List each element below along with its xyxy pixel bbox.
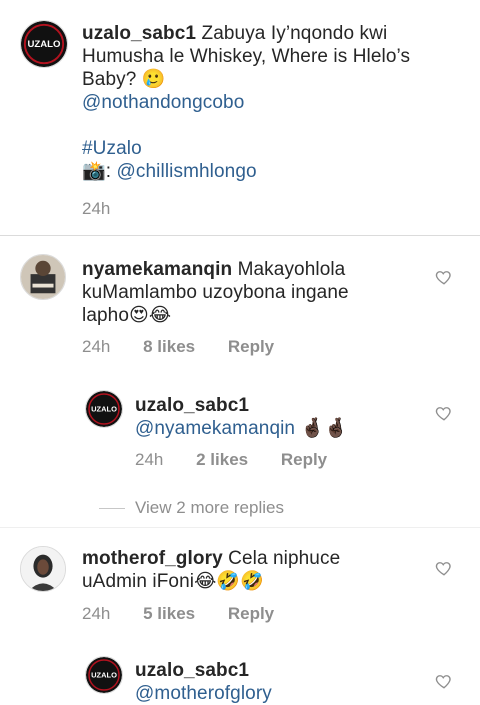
thread-divider [0, 527, 480, 528]
profile-photo-icon [21, 255, 65, 299]
reply-text: uzalo_sabc1 @nyamekamanqin 🤞🏿🤞🏿 [135, 394, 425, 440]
caption-username[interactable]: uzalo_sabc1 [82, 23, 196, 44]
caption-line1: Zabuya Iy’nqondo kwi [196, 23, 388, 44]
view-more-replies-button[interactable]: View 2 more replies [135, 498, 284, 518]
comment-text: nyamekamanqin Makayohlola kuMamlambo uzo… [82, 258, 422, 327]
caption-line2: Humusha le Whiskey, Where is Hlelo’s [82, 46, 411, 67]
comment-emojis: 😂🤣🤣 [194, 570, 264, 592]
caption-hashtag-link[interactable]: #Uzalo [82, 138, 142, 159]
caption-timestamp: 24h [82, 199, 111, 218]
comment-likes[interactable]: 5 likes [143, 604, 195, 623]
comment-avatar[interactable] [20, 546, 66, 592]
reply-username[interactable]: uzalo_sabc1 [135, 660, 249, 681]
svg-text:UZALO: UZALO [28, 39, 62, 50]
reply-mention-link[interactable]: @motherofglory [135, 683, 272, 704]
profile-photo-icon [21, 547, 65, 591]
heart-icon[interactable] [435, 404, 453, 422]
comment-meta: 24h 8 likes Reply [82, 337, 274, 357]
comment-timestamp: 24h [82, 337, 111, 356]
caption-mention-link[interactable]: @nothandongcobo [82, 92, 244, 113]
reply-avatar[interactable]: UZALO [85, 390, 123, 428]
comment-avatar[interactable] [20, 254, 66, 300]
comment-username[interactable]: nyamekamanqin [82, 259, 232, 280]
caption-divider [0, 235, 480, 236]
reply-emojis: 🤞🏿🤞🏿 [300, 417, 349, 439]
photo-credit-prefix: : [105, 161, 117, 182]
comment-text: motherof_glory Cela niphuce uAdmin iFoni… [82, 547, 422, 593]
caption-line3: Baby? [82, 69, 142, 90]
view-more-line [99, 508, 125, 509]
caption-text: uzalo_sabc1 Zabuya Iy’nqondo kwi Humusha… [82, 22, 462, 183]
comment-meta: 24h 5 likes Reply [82, 604, 274, 624]
reply-avatar[interactable]: UZALO [85, 656, 123, 694]
reply-username[interactable]: uzalo_sabc1 [135, 395, 249, 416]
comment-emojis: 😍😂 [129, 304, 172, 326]
comment-reply-button[interactable]: Reply [228, 604, 274, 623]
camera-icon: 📸 [82, 160, 106, 182]
comment-username[interactable]: motherof_glory [82, 548, 223, 569]
heart-icon[interactable] [435, 268, 453, 286]
heart-icon[interactable] [435, 672, 453, 690]
uzalo-logo-icon: UZALO [86, 657, 122, 693]
reply-mention-link[interactable]: @nyamekamanqin [135, 418, 295, 439]
comment-reply-button[interactable]: Reply [228, 337, 274, 356]
uzalo-logo-icon: UZALO [86, 391, 122, 427]
comment-line3: lapho [82, 305, 129, 326]
svg-text:UZALO: UZALO [91, 404, 117, 413]
reply-meta: 24h 2 likes Reply [135, 450, 327, 470]
svg-text:UZALO: UZALO [91, 670, 117, 679]
uzalo-logo-icon: UZALO [21, 21, 67, 67]
comment-line2: kuMamlambo uzoybona ingane [82, 282, 349, 303]
reply-text: uzalo_sabc1 @motherofglory [135, 659, 425, 705]
comment-line1: Cela niphuce [222, 548, 341, 569]
reply-likes[interactable]: 2 likes [196, 450, 248, 469]
comment-line1: Makayohlola [232, 259, 346, 280]
comment-timestamp: 24h [82, 604, 111, 623]
heart-icon[interactable] [435, 559, 453, 577]
caption-emoji: 🥲 [141, 68, 166, 90]
reply-timestamp: 24h [135, 450, 164, 469]
comment-likes[interactable]: 8 likes [143, 337, 195, 356]
photo-credit-link[interactable]: @chillismhlongo [117, 161, 257, 182]
comment-line2: uAdmin iFoni [82, 571, 195, 592]
caption-avatar[interactable]: UZALO [20, 20, 68, 68]
reply-reply-button[interactable]: Reply [281, 450, 327, 469]
